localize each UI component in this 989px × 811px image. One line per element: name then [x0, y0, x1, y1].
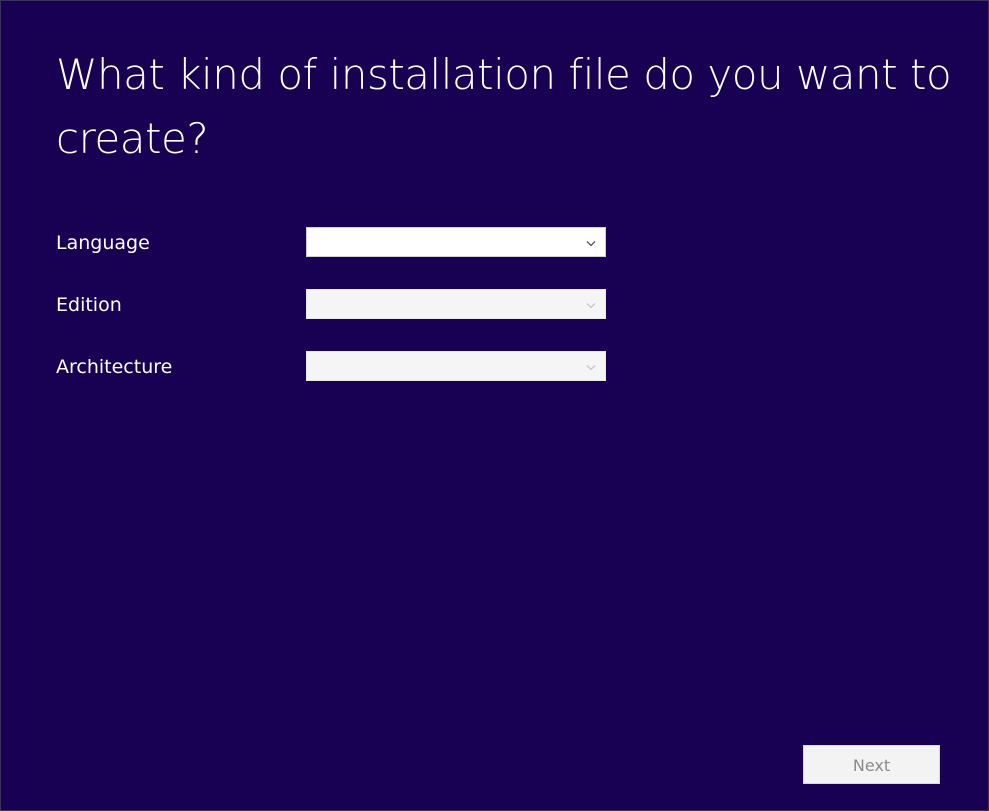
language-label: Language	[56, 232, 150, 254]
chevron-down-icon	[585, 299, 597, 311]
page-title: What kind of installation file do you wa…	[56, 50, 952, 163]
language-select[interactable]	[306, 227, 606, 257]
language-row: Language	[56, 227, 616, 259]
architecture-select	[306, 351, 606, 381]
chevron-down-icon	[585, 237, 597, 249]
next-button: Next	[803, 745, 940, 784]
installation-file-dialog: What kind of installation file do you wa…	[0, 0, 989, 811]
chevron-down-icon	[585, 361, 597, 373]
edition-row: Edition	[56, 289, 616, 321]
architecture-label: Architecture	[56, 356, 173, 378]
edition-label: Edition	[56, 294, 122, 316]
edition-select	[306, 289, 606, 319]
architecture-row: Architecture	[56, 351, 616, 383]
